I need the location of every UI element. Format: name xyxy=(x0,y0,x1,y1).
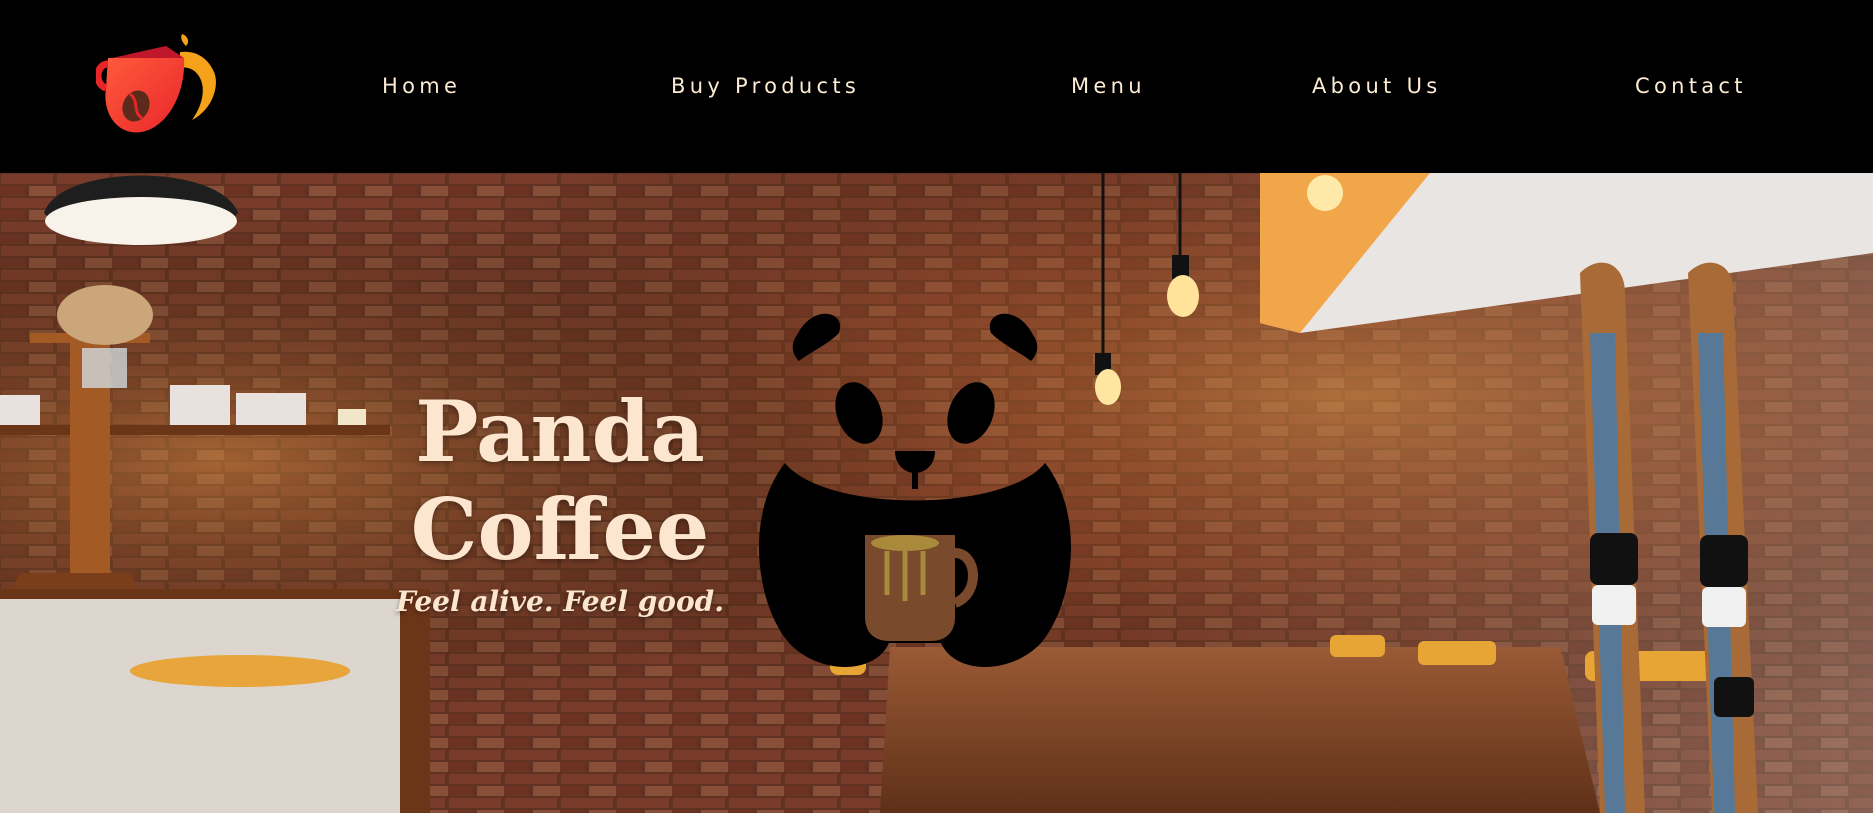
nav-contact-link[interactable]: Contact xyxy=(1635,74,1747,98)
hero-title-line-2: Coffee xyxy=(410,480,710,579)
nav-home-link[interactable]: Home xyxy=(382,74,461,98)
panda-coffee-mug-icon xyxy=(759,313,1071,667)
hero-title: Panda Coffee xyxy=(370,383,750,579)
hero-section: Panda Coffee Feel alive. Feel good. xyxy=(0,173,1873,813)
nav-about-us-link[interactable]: About Us xyxy=(1312,74,1441,98)
hero-tagline: Feel alive. Feel good. xyxy=(396,585,724,618)
navbar: Home Buy Products Menu About Us Contact xyxy=(0,0,1873,173)
nav-buy-products-link[interactable]: Buy Products xyxy=(671,74,860,98)
coffee-cup-logo-icon[interactable] xyxy=(96,28,226,146)
hero-title-line-1: Panda xyxy=(415,382,705,481)
nav-menu-link[interactable]: Menu xyxy=(1071,74,1146,98)
